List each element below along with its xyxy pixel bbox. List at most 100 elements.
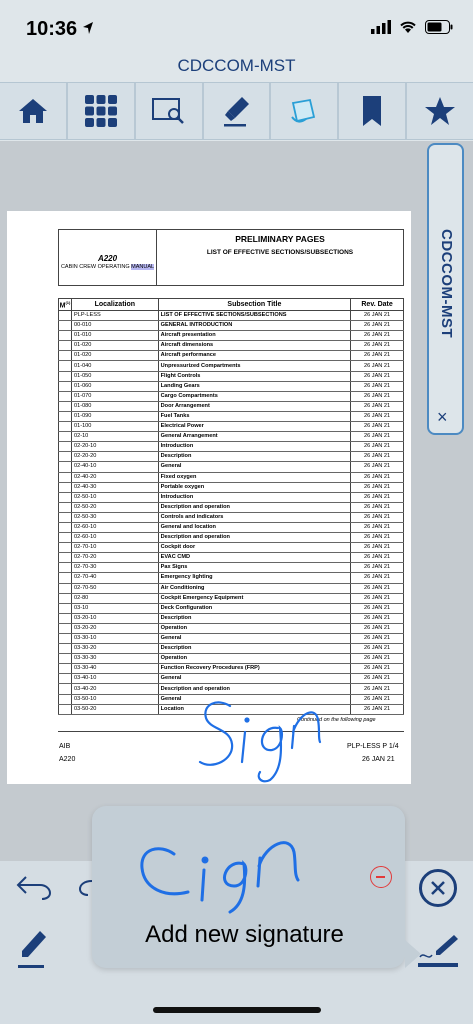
wifi-icon [400, 21, 416, 33]
row-localization: 03-40-20 [70, 683, 159, 695]
row-localization: 01-020 [70, 350, 159, 362]
annotate-button[interactable] [271, 83, 340, 139]
doc-subtitle: LIST OF EFFECTIVE SECTIONS/SUBSECTIONS [206, 249, 354, 256]
highlighted-text: MANUAL [131, 264, 155, 270]
table-row: 01-020 Aircraft dimensions 26 JAN 21 [58, 340, 404, 352]
row-m [58, 502, 72, 513]
row-subsection: Portable oxygen [157, 482, 352, 493]
close-signature-button[interactable] [419, 869, 457, 907]
col-subsection-header: Subsection Title [157, 298, 352, 311]
row-rev: 26 JAN 21 [350, 694, 404, 705]
row-subsection: Operation [157, 623, 352, 635]
sections-table: M(1) Localization Subsection Title Rev. … [58, 298, 404, 715]
row-m [58, 350, 72, 362]
row-m [58, 532, 72, 544]
table-row: 02-50-20 Description and operation 26 JAN … [58, 502, 404, 513]
home-indicator [153, 1007, 321, 1013]
row-localization: 02-70-50 [70, 583, 159, 594]
row-localization: 03-20-20 [70, 623, 159, 635]
row-localization: 01-080 [70, 401, 159, 412]
row-m [58, 704, 72, 715]
row-localization: 03-10 [70, 603, 159, 614]
placed-signature[interactable] [190, 670, 340, 785]
saved-signature[interactable] [130, 814, 330, 914]
row-rev: 26 JAN 21 [350, 310, 404, 322]
row-rev: 26 JAN 21 [350, 441, 404, 453]
undo-icon[interactable] [14, 871, 54, 901]
row-rev: 26 JAN 21 [350, 683, 404, 695]
row-m [58, 552, 72, 564]
footer-right-2: 26 JAN 21 [362, 756, 395, 763]
table-row: 01-070 Cargo Compartments 26 JAN 21 [58, 391, 404, 402]
row-m [58, 472, 72, 483]
row-localization: 02-70-40 [70, 572, 159, 584]
row-rev: 26 JAN 21 [350, 633, 404, 645]
highlighter-button[interactable] [204, 83, 272, 139]
table-row: 03-30-20 Description 26 JAN 21 [58, 643, 404, 655]
row-subsection: Aircraft presentation [157, 330, 352, 342]
row-rev: 26 JAN 21 [350, 613, 404, 624]
col-rev-header: Rev. Date [350, 298, 404, 311]
search-page-button[interactable] [136, 83, 204, 139]
row-m [58, 522, 72, 534]
row-rev: 26 JAN 21 [350, 643, 404, 655]
row-localization: 01-070 [70, 391, 159, 402]
row-localization: 02-20-20 [70, 451, 159, 463]
home-button[interactable] [0, 83, 68, 139]
row-subsection: Description and operation [157, 532, 352, 544]
favorite-button[interactable] [407, 83, 473, 139]
footer-right-1: PLP-LESS P 1/4 [347, 743, 399, 750]
table-row: 00-010 GENERAL INTRODUCTION 26 JAN 21 [58, 320, 404, 332]
row-rev: 26 JAN 21 [350, 704, 404, 715]
annotate-icon [291, 98, 316, 123]
add-new-signature-button[interactable]: Add new signature [92, 921, 397, 949]
row-rev: 26 JAN 21 [350, 371, 404, 382]
row-subsection: Description [157, 451, 352, 463]
row-rev: 26 JAN 21 [350, 562, 404, 574]
row-rev: 26 JAN 21 [350, 583, 404, 594]
table-row: 02-70-40 Emergency lighting 26 JAN 21 [58, 572, 404, 584]
table-row: 02-60-10 General and location 26 JAN 21 [58, 522, 404, 534]
row-localization: 03-30-20 [70, 643, 159, 655]
row-m [58, 391, 72, 402]
table-row: 03-30-30 Operation 26 JAN 21 [58, 653, 404, 665]
row-m [58, 320, 72, 332]
row-m [58, 593, 72, 604]
table-row: 03-10 Deck Configuration 26 JAN 21 [58, 603, 404, 614]
delete-signature-button[interactable] [370, 866, 392, 888]
row-rev: 26 JAN 21 [350, 461, 404, 473]
row-subsection: Cockpit Emergency Equipment [157, 593, 352, 604]
row-subsection: GENERAL INTRODUCTION [157, 320, 352, 332]
side-tab[interactable]: CDCCOM-MST × [427, 143, 464, 435]
row-m [58, 401, 72, 412]
row-subsection: Description [157, 613, 352, 624]
row-localization: 03-50-10 [70, 694, 159, 705]
row-m [58, 310, 72, 322]
table-row: 02-40-20 Fixed oxygen 26 JAN 21 [58, 472, 404, 483]
close-icon [431, 881, 445, 895]
table-row: 01-010 Aircraft presentation 26 JAN 21 [58, 330, 404, 342]
table-row: 03-20-10 Description 26 JAN 21 [58, 613, 404, 624]
row-subsection: General [157, 633, 352, 645]
side-tab-close-icon[interactable]: × [437, 407, 448, 428]
row-rev: 26 JAN 21 [350, 532, 404, 544]
row-rev: 26 JAN 21 [350, 542, 404, 554]
signature-tool-icon[interactable] [416, 933, 460, 969]
row-localization: 03-40-10 [70, 673, 159, 685]
bookmark-button[interactable] [339, 83, 408, 139]
row-subsection: Aircraft dimensions [157, 340, 352, 352]
grid-button[interactable] [68, 83, 136, 139]
row-subsection: Introduction [157, 492, 352, 503]
row-rev: 26 JAN 21 [350, 350, 404, 362]
row-rev: 26 JAN 21 [350, 411, 404, 423]
table-row: 02-50-30 Controls and indicators 26 JAN 21 [58, 512, 404, 523]
row-m [58, 572, 72, 584]
table-row: 03-20-20 Operation 26 JAN 21 [58, 623, 404, 635]
table-row: 03-30-10 General 26 JAN 21 [58, 633, 404, 645]
pen-tool-icon[interactable] [16, 927, 50, 971]
row-rev: 26 JAN 21 [350, 492, 404, 503]
table-row: 02-50-10 Introduction 26 JAN 21 [58, 492, 404, 503]
row-rev: 26 JAN 21 [350, 330, 404, 342]
app-title: CDCCOM-MST [177, 56, 296, 75]
row-rev: 26 JAN 21 [350, 673, 404, 685]
